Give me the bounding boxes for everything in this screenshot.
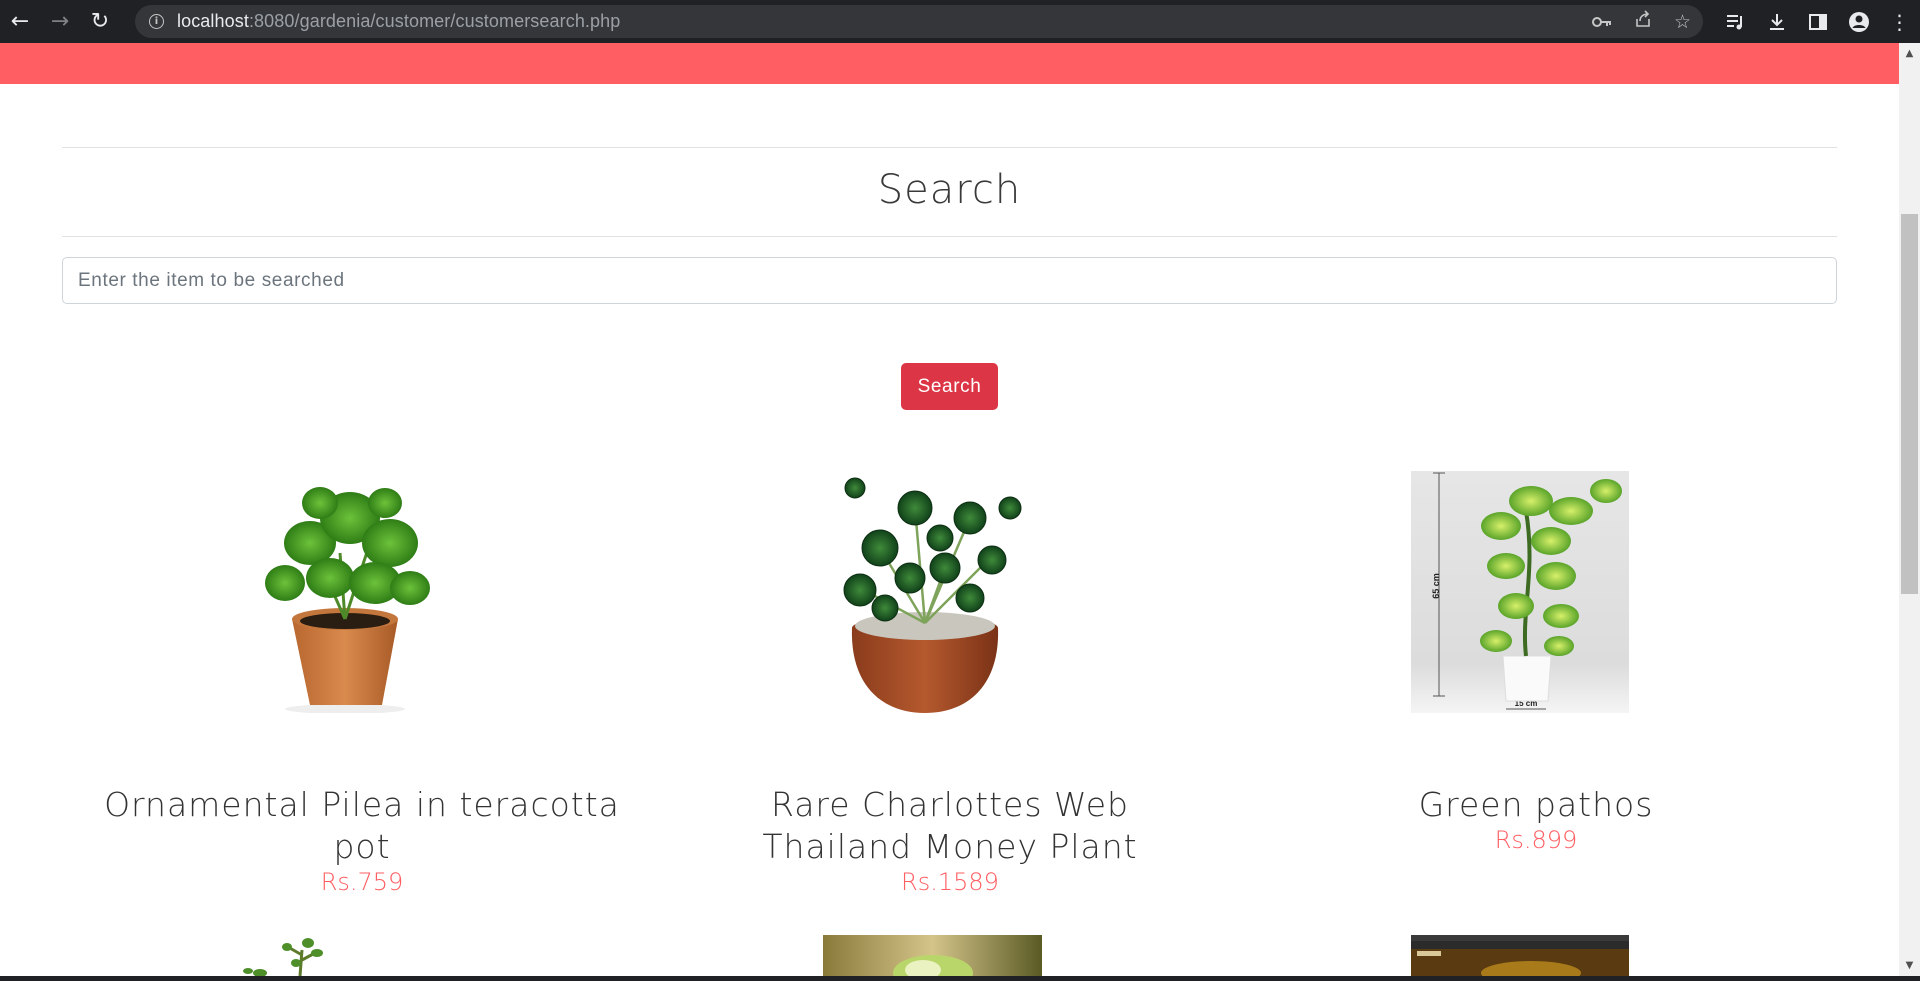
product-card[interactable]: Ornamental Pilea in teracotta pot Rs.759 xyxy=(72,784,652,897)
page-title: Search xyxy=(877,167,1022,213)
forward-icon[interactable]: → xyxy=(40,0,80,43)
back-icon[interactable]: ← xyxy=(0,0,40,43)
menu-kebab-icon[interactable]: ⋮ xyxy=(1879,0,1920,43)
key-icon[interactable] xyxy=(1591,11,1612,33)
scroll-down-arrow-icon[interactable]: ▼ xyxy=(1899,955,1920,976)
product-image[interactable] xyxy=(250,473,450,717)
product-card[interactable]: Green pathos Rs.899 xyxy=(1246,784,1826,855)
divider-bottom xyxy=(62,236,1837,237)
profile-avatar-icon[interactable] xyxy=(1838,0,1879,43)
product-image[interactable] xyxy=(1411,935,1629,976)
url-text[interactable]: localhost:8080/gardenia/customer/custome… xyxy=(177,11,620,32)
search-input[interactable] xyxy=(62,257,1837,304)
bookmark-star-icon[interactable]: ☆ xyxy=(1674,11,1691,33)
divider-top xyxy=(62,147,1837,148)
product-name[interactable]: Green pathos xyxy=(1246,784,1826,826)
window-bottom-edge xyxy=(0,976,1920,981)
product-name[interactable]: Rare Charlottes Web Thailand Money Plant xyxy=(660,784,1240,868)
media-control-icon[interactable] xyxy=(1715,0,1756,43)
address-bar[interactable]: i localhost:8080/gardenia/customer/custo… xyxy=(135,5,1703,38)
product-card[interactable]: Rare Charlottes Web Thailand Money Plant… xyxy=(660,784,1240,897)
product-image[interactable] xyxy=(240,935,330,976)
product-image[interactable] xyxy=(823,935,1042,976)
download-icon[interactable] xyxy=(1756,0,1797,43)
scroll-thumb[interactable] xyxy=(1901,214,1918,594)
site-info-icon[interactable]: i xyxy=(149,14,164,29)
side-panel-icon[interactable] xyxy=(1797,0,1838,43)
product-image[interactable]: 65 cm 15 cm xyxy=(1411,471,1629,717)
scroll-up-arrow-icon[interactable]: ▲ xyxy=(1899,43,1920,64)
browser-toolbar: ← → ↻ i localhost:8080/gardenia/customer… xyxy=(0,0,1920,43)
reload-icon[interactable]: ↻ xyxy=(80,0,120,43)
product-price: Rs.759 xyxy=(320,868,404,896)
product-image[interactable] xyxy=(820,468,1030,717)
header-bar xyxy=(0,43,1899,84)
product-name[interactable]: Ornamental Pilea in teracotta pot xyxy=(72,784,652,868)
product-price: Rs.1589 xyxy=(901,868,999,896)
page-viewport: Search Search xyxy=(0,43,1899,976)
height-dimension-label: 65 cm xyxy=(1431,573,1441,599)
search-button[interactable]: Search xyxy=(901,363,998,410)
product-price: Rs.899 xyxy=(1494,826,1578,854)
page-scrollbar[interactable]: ▲ ▼ xyxy=(1899,43,1920,976)
share-icon[interactable] xyxy=(1634,10,1652,33)
